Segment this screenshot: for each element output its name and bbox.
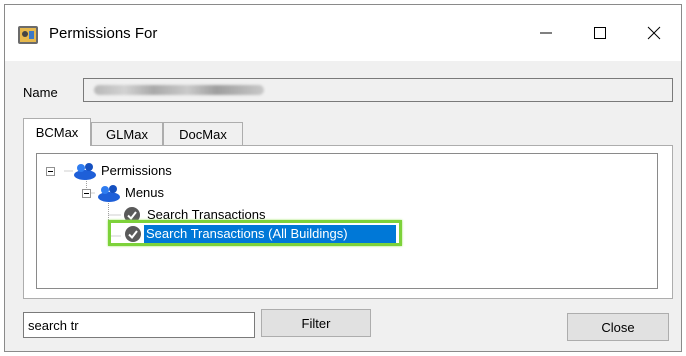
filter-button-label: Filter [301, 315, 331, 331]
filter-button[interactable]: Filter [261, 309, 371, 337]
minimize-icon [540, 32, 552, 34]
menus-collapse-toggle[interactable] [82, 189, 91, 198]
minimize-button[interactable] [523, 11, 569, 55]
window-title: Permissions For [49, 25, 158, 42]
tab-docmax[interactable]: DocMax [163, 122, 243, 146]
check-circle-icon [125, 226, 141, 242]
tab-docmax-label: DocMax [179, 127, 227, 142]
close-button-label: Close [601, 319, 635, 335]
filter-input[interactable] [23, 312, 255, 338]
redacted-name-value [94, 85, 264, 95]
tab-panel-bcmax: Permissions Menus Search Transactions Se… [23, 145, 673, 299]
close-window-button[interactable] [631, 11, 677, 55]
tab-bcmax[interactable]: BCMax [23, 118, 91, 146]
title-bar[interactable]: Permissions For [5, 5, 681, 61]
app-icon [18, 26, 38, 44]
tab-bcmax-label: BCMax [35, 125, 79, 140]
maximize-icon [594, 27, 606, 39]
tree-node-search-transactions-all-buildings[interactable]: Search Transactions (All Buildings) [146, 226, 348, 241]
permissions-collapse-toggle[interactable] [46, 167, 55, 176]
tree-node-permissions[interactable]: Permissions [101, 163, 172, 178]
tab-glmax[interactable]: GLMax [91, 122, 163, 146]
close-icon [647, 26, 661, 40]
name-label: Name [23, 85, 58, 100]
maximize-button[interactable] [577, 11, 623, 55]
close-button[interactable]: Close [567, 313, 669, 341]
users-icon [74, 163, 96, 180]
permissions-window: Permissions For Name BCMax GLMax DocMax [4, 4, 682, 352]
selected-tree-item[interactable]: Search Transactions (All Buildings) [144, 225, 396, 243]
tab-glmax-label: GLMax [106, 127, 148, 142]
tree-node-menus[interactable]: Menus [125, 185, 164, 200]
users-icon [98, 185, 120, 202]
name-field[interactable] [83, 78, 673, 102]
